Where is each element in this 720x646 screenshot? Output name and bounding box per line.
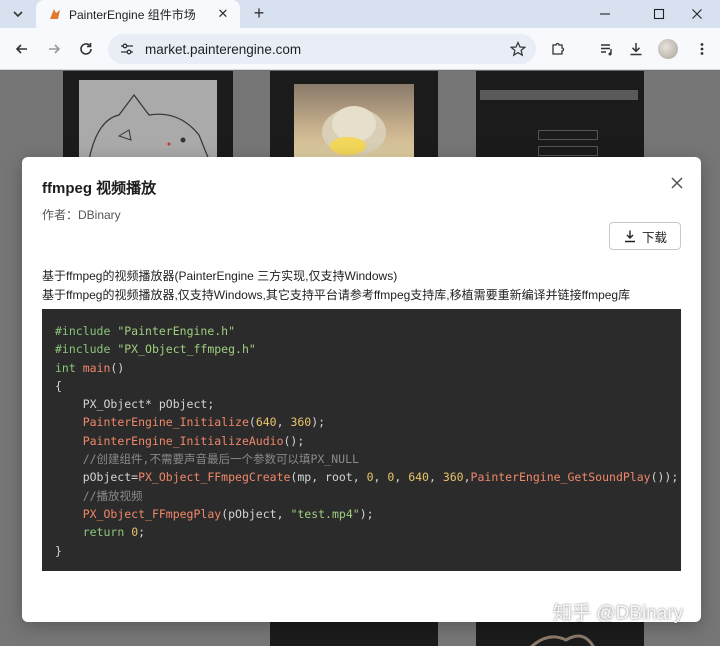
download-button[interactable]: 下载	[609, 222, 681, 250]
code-line: PX_Object_FFmpegPlay(pObject, "test.mp4"…	[82, 506, 374, 521]
card-thumbnail	[480, 90, 638, 100]
tab-title: PainterEngine 组件市场	[69, 7, 196, 22]
code-line: PX_Object* pObject;	[55, 397, 215, 412]
code-line: }	[55, 543, 62, 558]
card-thumbnail	[529, 634, 595, 646]
component-card[interactable]	[270, 71, 438, 160]
more-vertical-icon[interactable]	[690, 37, 714, 61]
minimize-icon[interactable]	[582, 0, 628, 28]
code-line: int main()	[55, 360, 125, 375]
profile-avatar[interactable]	[658, 39, 678, 59]
card-thumbnail	[294, 84, 414, 160]
arrow-right-icon[interactable]	[42, 37, 66, 61]
painterengine-logo-icon	[48, 7, 62, 21]
author-label: 作者：DBinary	[42, 208, 121, 222]
code-line: //播放视频	[55, 488, 143, 503]
plus-icon[interactable]: +	[248, 2, 270, 24]
code-line: PainterEngine_Initialize(640, 360);	[82, 415, 326, 430]
cat-drawing-icon	[88, 94, 210, 161]
code-line: return 0;	[82, 525, 146, 540]
watermark: 知乎 @DBinary	[553, 603, 684, 624]
tab-search-button[interactable]	[6, 2, 30, 26]
chevron-down-icon	[13, 11, 23, 18]
card-thumbnail	[538, 130, 598, 140]
code-line: #include "PX_Object_ffmpeg.h"	[55, 342, 256, 357]
component-card[interactable]	[270, 622, 438, 646]
card-thumbnail	[538, 146, 598, 156]
description-line: 基于ffmpeg的视频播放器,仅支持Windows,其它支持平台请参考ffmpe…	[42, 288, 631, 302]
tab-strip: PainterEngine 组件市场 ✕ +	[0, 0, 720, 28]
address-bar[interactable]: market.painterengine.com	[108, 34, 536, 64]
dialog-title: ffmpeg 视频播放	[42, 180, 157, 197]
description-line: 基于ffmpeg的视频播放器(PainterEngine 三方实现,仅支持Win…	[42, 269, 398, 283]
download-icon	[623, 229, 637, 243]
tune-icon[interactable]	[118, 40, 136, 58]
close-icon[interactable]: ✕	[214, 5, 232, 23]
component-card[interactable]	[63, 71, 233, 161]
code-snippet[interactable]: #include "PainterEngine.h" #include "PX_O…	[42, 309, 681, 571]
download-icon[interactable]	[624, 37, 648, 61]
reload-icon[interactable]	[74, 37, 98, 61]
url-text[interactable]: market.painterengine.com	[145, 42, 506, 57]
browser-toolbar: market.painterengine.com	[0, 28, 720, 70]
code-line: //创建组件,不需要声音最后一个参数可以填PX_NULL	[55, 452, 359, 467]
window-close-icon[interactable]	[674, 0, 720, 28]
code-line: #include "PainterEngine.h"	[55, 324, 236, 338]
cat-photo-icon	[322, 106, 386, 156]
component-card[interactable]	[476, 622, 644, 646]
playlist-icon[interactable]	[595, 37, 619, 61]
active-tab[interactable]: PainterEngine 组件市场 ✕	[36, 0, 240, 28]
card-thumbnail	[79, 80, 217, 161]
component-card[interactable]	[476, 71, 644, 160]
arrow-left-icon[interactable]	[10, 37, 34, 61]
code-line: pObject=PX_Object_FFmpegCreate(mp, root,…	[55, 470, 679, 485]
puzzle-icon[interactable]	[546, 37, 570, 61]
download-label: 下载	[641, 230, 667, 245]
component-detail-dialog: ffmpeg 视频播放 作者：DBinary 下载 基于ffmpeg的视频播放器…	[22, 157, 701, 622]
code-line: {	[55, 378, 62, 393]
star-icon[interactable]	[506, 37, 530, 61]
code-line: PainterEngine_InitializeAudio();	[82, 433, 305, 448]
close-icon[interactable]	[666, 172, 688, 194]
